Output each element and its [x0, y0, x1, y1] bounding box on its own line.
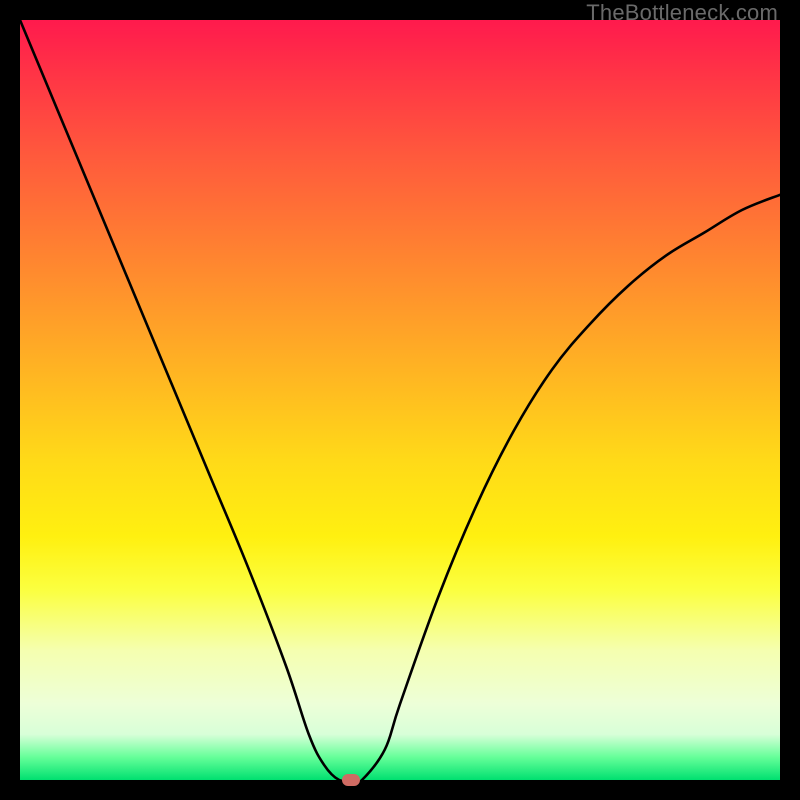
- watermark-text: TheBottleneck.com: [586, 0, 778, 26]
- chart-frame: [20, 20, 780, 780]
- bottleneck-curve: [20, 20, 780, 780]
- optimum-marker-icon: [342, 774, 360, 786]
